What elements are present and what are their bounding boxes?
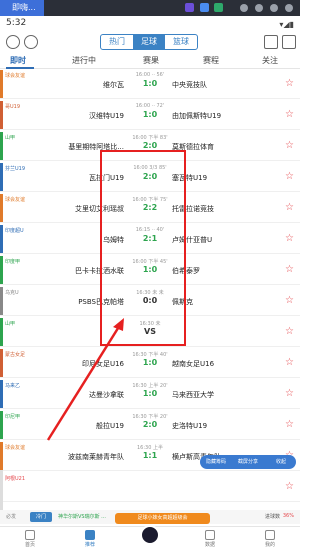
filter-label: 必发 [6,514,17,520]
avatar[interactable] [140,525,160,545]
hide-chips-button[interactable]: 隐藏筹码 [206,458,226,465]
nav-profile[interactable]: 我的 [250,527,290,551]
nav-data[interactable]: 数据 [190,527,230,551]
cold-button[interactable]: 冷门 [30,512,52,522]
nav-label: 首页 [24,542,35,548]
nav-label: 我的 [264,542,275,548]
nav-label: 数据 [204,542,215,548]
screenshot-share-button[interactable]: 截屏分享 [238,458,258,465]
recommend-icon [85,530,95,540]
nav-home[interactable]: 首页 [10,527,50,551]
goals-label: 进球数 [264,514,280,520]
filter-desc: 神华尔斯VS瑞尔斯 ... [58,514,106,520]
profile-icon [265,530,275,540]
scroll-indicator[interactable] [0,470,3,510]
data-icon [205,530,215,540]
home-icon [25,530,35,540]
floating-action-bar: 隐藏筹码 截屏分享 收起 [200,455,296,469]
collapse-button[interactable]: 收起 [276,458,286,465]
nav-recommend[interactable]: 推荐 [70,527,110,551]
goals-pct: 36% [282,513,294,519]
nav-label: 推荐 [84,542,95,548]
promo-banner[interactable]: 足球小妹女高超超级会 [115,513,210,524]
